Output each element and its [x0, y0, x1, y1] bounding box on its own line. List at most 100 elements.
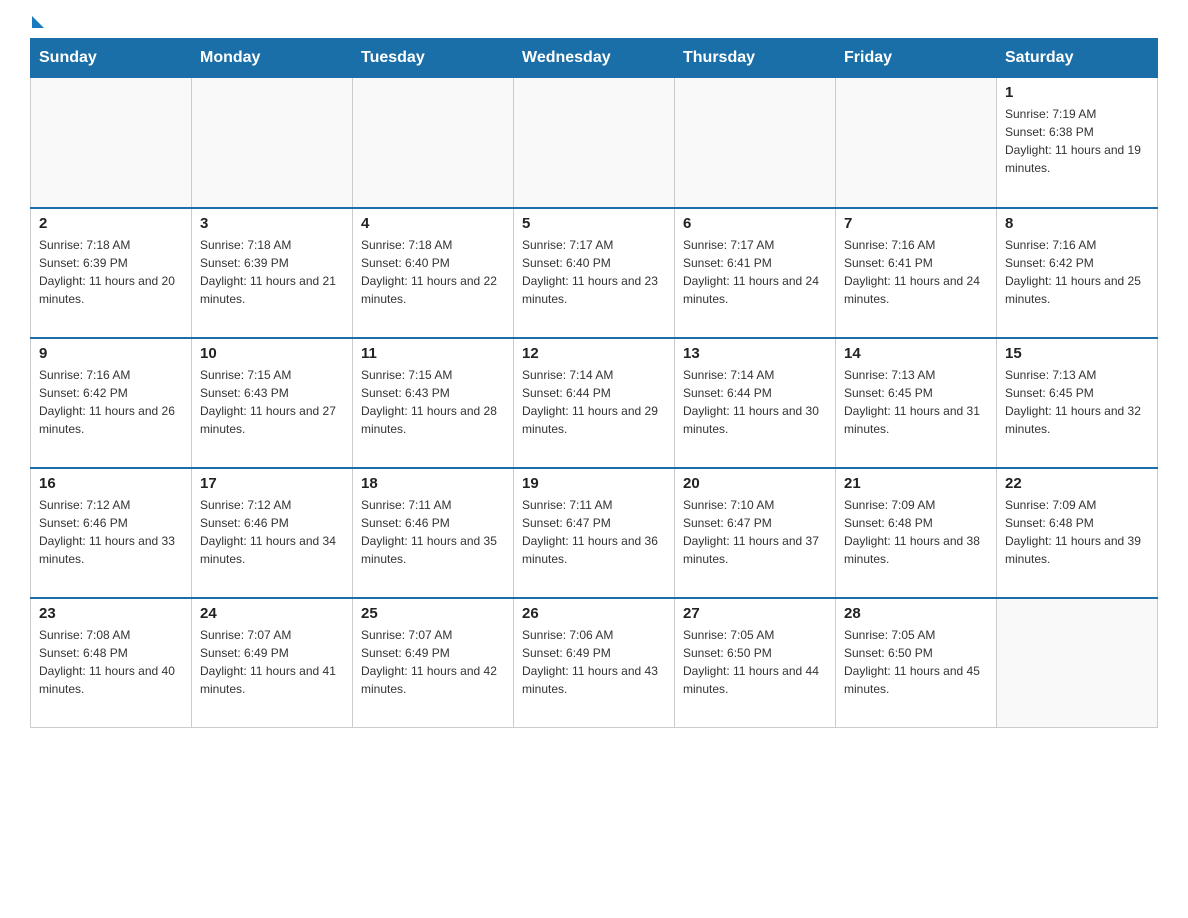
calendar-cell: 2 Sunrise: 7:18 AM Sunset: 6:39 PM Daylig…	[31, 208, 192, 338]
day-number: 25	[361, 605, 505, 622]
calendar-header-row: SundayMondayTuesdayWednesdayThursdayFrid…	[31, 39, 1158, 78]
day-info: Sunrise: 7:05 AM Sunset: 6:50 PM Dayligh…	[844, 626, 988, 698]
day-info: Sunrise: 7:19 AM Sunset: 6:38 PM Dayligh…	[1005, 105, 1149, 177]
day-info: Sunrise: 7:10 AM Sunset: 6:47 PM Dayligh…	[683, 496, 827, 568]
calendar-cell: 3 Sunrise: 7:18 AM Sunset: 6:39 PM Daylig…	[192, 208, 353, 338]
day-info: Sunrise: 7:06 AM Sunset: 6:49 PM Dayligh…	[522, 626, 666, 698]
calendar-cell	[31, 78, 192, 208]
day-info: Sunrise: 7:16 AM Sunset: 6:41 PM Dayligh…	[844, 236, 988, 308]
day-number: 9	[39, 345, 183, 362]
day-info: Sunrise: 7:07 AM Sunset: 6:49 PM Dayligh…	[361, 626, 505, 698]
calendar-cell: 24 Sunrise: 7:07 AM Sunset: 6:49 PM Dayli…	[192, 598, 353, 728]
day-number: 7	[844, 215, 988, 232]
day-info: Sunrise: 7:05 AM Sunset: 6:50 PM Dayligh…	[683, 626, 827, 698]
day-number: 2	[39, 215, 183, 232]
day-info: Sunrise: 7:15 AM Sunset: 6:43 PM Dayligh…	[361, 366, 505, 438]
day-number: 28	[844, 605, 988, 622]
calendar-cell: 8Sunrise: 7:16 AM Sunset: 6:42 PM Daylig…	[997, 208, 1158, 338]
day-info: Sunrise: 7:17 AM Sunset: 6:41 PM Dayligh…	[683, 236, 827, 308]
day-number: 24	[200, 605, 344, 622]
calendar-cell: 16 Sunrise: 7:12 AM Sunset: 6:46 PM Dayli…	[31, 468, 192, 598]
calendar-table: SundayMondayTuesdayWednesdayThursdayFrid…	[30, 38, 1158, 728]
day-info: Sunrise: 7:13 AM Sunset: 6:45 PM Dayligh…	[1005, 366, 1149, 438]
day-info: Sunrise: 7:17 AM Sunset: 6:40 PM Dayligh…	[522, 236, 666, 308]
calendar-cell: 4 Sunrise: 7:18 AM Sunset: 6:40 PM Daylig…	[353, 208, 514, 338]
calendar-week-row: 23 Sunrise: 7:08 AM Sunset: 6:48 PM Dayli…	[31, 598, 1158, 728]
day-number: 19	[522, 475, 666, 492]
day-info: Sunrise: 7:18 AM Sunset: 6:39 PM Dayligh…	[39, 236, 183, 308]
day-number: 21	[844, 475, 988, 492]
day-info: Sunrise: 7:11 AM Sunset: 6:46 PM Dayligh…	[361, 496, 505, 568]
calendar-cell: 20 Sunrise: 7:10 AM Sunset: 6:47 PM Dayli…	[675, 468, 836, 598]
logo-blue-part	[30, 20, 44, 28]
day-info: Sunrise: 7:15 AM Sunset: 6:43 PM Dayligh…	[200, 366, 344, 438]
day-number: 14	[844, 345, 988, 362]
calendar-week-row: 16 Sunrise: 7:12 AM Sunset: 6:46 PM Dayli…	[31, 468, 1158, 598]
day-info: Sunrise: 7:18 AM Sunset: 6:39 PM Dayligh…	[200, 236, 344, 308]
day-number: 12	[522, 345, 666, 362]
day-number: 3	[200, 215, 344, 232]
calendar-cell: 11Sunrise: 7:15 AM Sunset: 6:43 PM Dayli…	[353, 338, 514, 468]
calendar-week-row: 9 Sunrise: 7:16 AM Sunset: 6:42 PM Daylig…	[31, 338, 1158, 468]
weekday-header-monday: Monday	[192, 39, 353, 78]
calendar-cell: 28 Sunrise: 7:05 AM Sunset: 6:50 PM Dayli…	[836, 598, 997, 728]
calendar-cell	[192, 78, 353, 208]
day-info: Sunrise: 7:18 AM Sunset: 6:40 PM Dayligh…	[361, 236, 505, 308]
weekday-header-sunday: Sunday	[31, 39, 192, 78]
logo	[30, 20, 44, 28]
day-number: 26	[522, 605, 666, 622]
day-info: Sunrise: 7:07 AM Sunset: 6:49 PM Dayligh…	[200, 626, 344, 698]
calendar-cell: 26 Sunrise: 7:06 AM Sunset: 6:49 PM Dayli…	[514, 598, 675, 728]
day-number: 10	[200, 345, 344, 362]
day-number: 1	[1005, 84, 1149, 101]
day-number: 27	[683, 605, 827, 622]
logo-triangle-icon	[32, 16, 44, 28]
calendar-cell: 27 Sunrise: 7:05 AM Sunset: 6:50 PM Dayli…	[675, 598, 836, 728]
page-header	[30, 20, 1158, 28]
calendar-cell: 19Sunrise: 7:11 AM Sunset: 6:47 PM Dayli…	[514, 468, 675, 598]
weekday-header-tuesday: Tuesday	[353, 39, 514, 78]
calendar-cell: 7 Sunrise: 7:16 AM Sunset: 6:41 PM Daylig…	[836, 208, 997, 338]
weekday-header-saturday: Saturday	[997, 39, 1158, 78]
day-info: Sunrise: 7:16 AM Sunset: 6:42 PM Dayligh…	[39, 366, 183, 438]
weekday-header-friday: Friday	[836, 39, 997, 78]
calendar-cell: 21Sunrise: 7:09 AM Sunset: 6:48 PM Dayli…	[836, 468, 997, 598]
calendar-cell: 22Sunrise: 7:09 AM Sunset: 6:48 PM Dayli…	[997, 468, 1158, 598]
day-number: 13	[683, 345, 827, 362]
calendar-cell: 1 Sunrise: 7:19 AM Sunset: 6:38 PM Daylig…	[997, 78, 1158, 208]
calendar-cell: 6 Sunrise: 7:17 AM Sunset: 6:41 PM Daylig…	[675, 208, 836, 338]
day-info: Sunrise: 7:12 AM Sunset: 6:46 PM Dayligh…	[39, 496, 183, 568]
calendar-cell: 12 Sunrise: 7:14 AM Sunset: 6:44 PM Dayli…	[514, 338, 675, 468]
day-number: 17	[200, 475, 344, 492]
calendar-cell: 23 Sunrise: 7:08 AM Sunset: 6:48 PM Dayli…	[31, 598, 192, 728]
weekday-header-wednesday: Wednesday	[514, 39, 675, 78]
day-number: 6	[683, 215, 827, 232]
day-number: 16	[39, 475, 183, 492]
day-number: 23	[39, 605, 183, 622]
calendar-cell: 25 Sunrise: 7:07 AM Sunset: 6:49 PM Dayli…	[353, 598, 514, 728]
day-info: Sunrise: 7:14 AM Sunset: 6:44 PM Dayligh…	[683, 366, 827, 438]
calendar-week-row: 2 Sunrise: 7:18 AM Sunset: 6:39 PM Daylig…	[31, 208, 1158, 338]
calendar-cell: 10 Sunrise: 7:15 AM Sunset: 6:43 PM Dayli…	[192, 338, 353, 468]
calendar-cell: 14 Sunrise: 7:13 AM Sunset: 6:45 PM Dayli…	[836, 338, 997, 468]
calendar-cell	[353, 78, 514, 208]
calendar-cell: 13 Sunrise: 7:14 AM Sunset: 6:44 PM Dayli…	[675, 338, 836, 468]
day-info: Sunrise: 7:08 AM Sunset: 6:48 PM Dayligh…	[39, 626, 183, 698]
calendar-cell	[675, 78, 836, 208]
calendar-cell	[997, 598, 1158, 728]
day-number: 15	[1005, 345, 1149, 362]
calendar-cell: 15 Sunrise: 7:13 AM Sunset: 6:45 PM Dayli…	[997, 338, 1158, 468]
calendar-cell	[836, 78, 997, 208]
day-info: Sunrise: 7:16 AM Sunset: 6:42 PM Dayligh…	[1005, 236, 1149, 308]
day-number: 4	[361, 215, 505, 232]
day-info: Sunrise: 7:12 AM Sunset: 6:46 PM Dayligh…	[200, 496, 344, 568]
calendar-cell	[514, 78, 675, 208]
calendar-week-row: 1 Sunrise: 7:19 AM Sunset: 6:38 PM Daylig…	[31, 78, 1158, 208]
day-number: 20	[683, 475, 827, 492]
day-info: Sunrise: 7:13 AM Sunset: 6:45 PM Dayligh…	[844, 366, 988, 438]
day-info: Sunrise: 7:14 AM Sunset: 6:44 PM Dayligh…	[522, 366, 666, 438]
calendar-cell: 5Sunrise: 7:17 AM Sunset: 6:40 PM Daylig…	[514, 208, 675, 338]
weekday-header-thursday: Thursday	[675, 39, 836, 78]
day-number: 22	[1005, 475, 1149, 492]
calendar-cell: 17 Sunrise: 7:12 AM Sunset: 6:46 PM Dayli…	[192, 468, 353, 598]
